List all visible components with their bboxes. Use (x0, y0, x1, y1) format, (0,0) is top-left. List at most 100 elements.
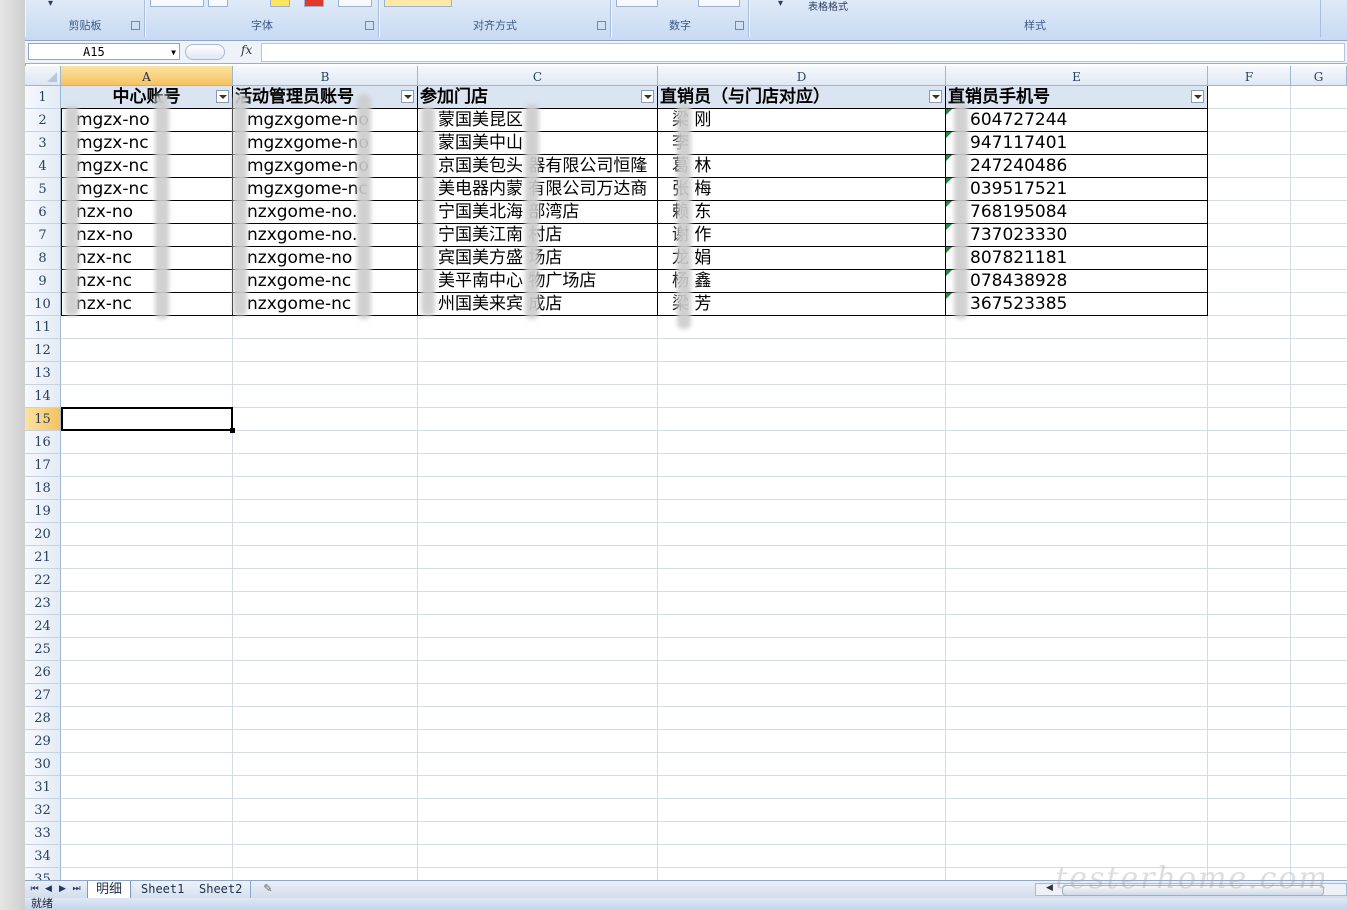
column-header-f[interactable]: F (1208, 66, 1291, 86)
row-header[interactable]: 12 (25, 339, 61, 362)
table-cell[interactable]: 杨 鑫 (658, 270, 946, 293)
column-header-c[interactable]: C (418, 66, 658, 86)
row-header[interactable]: 29 (25, 730, 61, 753)
table-cell[interactable]: 龙 娟 (658, 247, 946, 270)
row-header[interactable]: 11 (25, 316, 61, 339)
row-header[interactable]: 24 (25, 615, 61, 638)
filter-dropdown-icon[interactable] (216, 90, 229, 103)
row-header[interactable]: 15 (25, 408, 61, 431)
table-cell[interactable]: nzx-nc (61, 247, 233, 270)
row-header[interactable]: 22 (25, 569, 61, 592)
number-format-button[interactable] (616, 0, 658, 7)
column-header-b[interactable]: B (233, 66, 418, 86)
row-header[interactable]: 17 (25, 454, 61, 477)
first-sheet-icon[interactable]: ⏮ (28, 883, 41, 895)
border-button[interactable] (208, 0, 228, 7)
column-header-a[interactable]: A (61, 66, 233, 86)
table-cell[interactable]: nzxgome-nc (233, 293, 418, 316)
table-cell[interactable]: mgzxgome-no (233, 155, 418, 178)
row-header[interactable]: 18 (25, 477, 61, 500)
table-cell[interactable]: mgzxgome-no (233, 109, 418, 132)
insert-function-icon[interactable]: fx (241, 43, 252, 57)
row-header[interactable]: 19 (25, 500, 61, 523)
table-cell[interactable]: mgzx-nc (61, 178, 233, 201)
table-cell[interactable]: 梁 芳 (658, 293, 946, 316)
table-cell[interactable]: 张 梅 (658, 178, 946, 201)
row-header[interactable]: 6 (25, 201, 61, 224)
formula-input[interactable] (261, 43, 1345, 62)
sheet-tab-sheet1[interactable]: Sheet1 (133, 881, 194, 898)
row-header[interactable]: 8 (25, 247, 61, 270)
table-cell[interactable]: 梁 刚 (658, 109, 946, 132)
filter-dropdown-icon[interactable] (641, 90, 654, 103)
table-cell[interactable]: 947117401 (946, 132, 1208, 155)
scroll-left-icon[interactable]: ◀ (1046, 883, 1053, 893)
row-header[interactable]: 7 (25, 224, 61, 247)
table-cell[interactable]: 604727244 (946, 109, 1208, 132)
row-header[interactable]: 21 (25, 546, 61, 569)
prev-sheet-icon[interactable]: ◀ (42, 883, 55, 895)
table-cell[interactable]: mgzx-no (61, 109, 233, 132)
column-header-d[interactable]: D (658, 66, 946, 86)
last-sheet-icon[interactable]: ⏭ (70, 883, 83, 895)
dialog-launcher-icon[interactable] (131, 21, 140, 30)
table-cell[interactable]: 李 (658, 132, 946, 155)
row-header[interactable]: 30 (25, 753, 61, 776)
row-header[interactable]: 10 (25, 293, 61, 316)
table-cell[interactable]: mgzx-nc (61, 132, 233, 155)
font-color-button[interactable] (304, 0, 324, 7)
table-cell[interactable]: 367523385 (946, 293, 1208, 316)
table-cell[interactable]: 039517521 (946, 178, 1208, 201)
dialog-launcher-icon[interactable] (365, 21, 374, 30)
worksheet-grid[interactable]: ABCDEFG 1 2 3 4 5 6 7 8 9 10 11 12 13 14 15 16 17 18 19 20 2… (25, 66, 1347, 880)
row-header[interactable]: 3 (25, 132, 61, 155)
table-cell[interactable]: nzxgome-no (233, 247, 418, 270)
table-cell[interactable]: nzx-no (61, 224, 233, 247)
active-cell-selection[interactable] (61, 407, 235, 433)
row-header[interactable]: 2 (25, 109, 61, 132)
row-header[interactable]: 13 (25, 362, 61, 385)
table-cell[interactable]: mgzx-nc (61, 155, 233, 178)
table-cell[interactable]: 768195084 (946, 201, 1208, 224)
row-header[interactable]: 1 (25, 86, 61, 109)
column-header-e[interactable]: E (946, 66, 1208, 86)
insert-sheet-icon[interactable]: ✎ (257, 882, 279, 897)
align-buttons[interactable] (384, 0, 452, 7)
row-header[interactable]: 16 (25, 431, 61, 454)
table-cell[interactable]: nzxgome-no. (233, 224, 418, 247)
table-cell[interactable]: nzx-no (61, 201, 233, 224)
row-header[interactable]: 35 (25, 868, 61, 880)
row-header[interactable]: 31 (25, 776, 61, 799)
table-cell[interactable]: nzxgome-no. (233, 201, 418, 224)
phonetic-button[interactable] (338, 0, 372, 7)
row-header[interactable]: 33 (25, 822, 61, 845)
table-cell[interactable]: mgzxgome-nc (233, 178, 418, 201)
chevron-down-icon[interactable]: ▼ (171, 44, 176, 61)
sheet-tab-sheet2[interactable]: Sheet2 (191, 881, 252, 898)
row-header[interactable]: 14 (25, 385, 61, 408)
table-cell[interactable]: nzxgome-nc (233, 270, 418, 293)
decimal-button[interactable] (698, 0, 740, 7)
dialog-launcher-icon[interactable] (597, 21, 606, 30)
table-cell[interactable]: mgzxgome-no (233, 132, 418, 155)
table-cell[interactable]: 葛 林 (658, 155, 946, 178)
table-cell[interactable]: 737023330 (946, 224, 1208, 247)
row-header[interactable]: 4 (25, 155, 61, 178)
table-cell[interactable]: nzx-nc (61, 270, 233, 293)
row-header[interactable]: 23 (25, 592, 61, 615)
row-header[interactable]: 5 (25, 178, 61, 201)
row-header[interactable]: 32 (25, 799, 61, 822)
row-header[interactable]: 26 (25, 661, 61, 684)
dialog-launcher-icon[interactable] (735, 21, 744, 30)
row-header[interactable]: 20 (25, 523, 61, 546)
row-header[interactable]: 9 (25, 270, 61, 293)
fill-color-button[interactable] (270, 0, 290, 7)
filter-dropdown-icon[interactable] (929, 90, 942, 103)
table-cell[interactable]: nzx-nc (61, 293, 233, 316)
select-all-corner[interactable] (25, 66, 61, 86)
filter-dropdown-icon[interactable] (401, 90, 414, 103)
row-header[interactable]: 25 (25, 638, 61, 661)
row-header[interactable]: 27 (25, 684, 61, 707)
column-header-g[interactable]: G (1291, 66, 1347, 86)
sheet-tab-detail[interactable]: 明细 (87, 881, 132, 898)
